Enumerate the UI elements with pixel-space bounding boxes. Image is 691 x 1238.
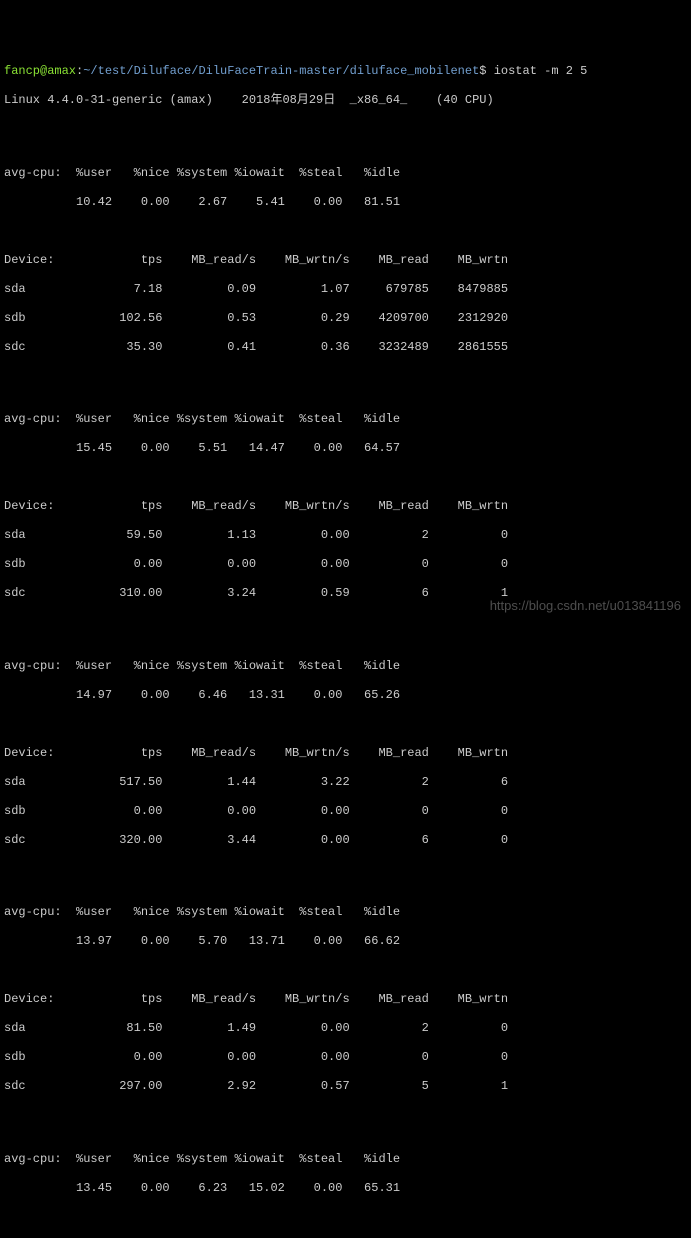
blank-line — [4, 717, 687, 732]
prompt-line: fancp@amax:~/test/Diluface/DiluFaceTrain… — [4, 64, 687, 79]
command-text: iostat -m 2 5 — [494, 64, 588, 78]
dollar: $ — [479, 64, 493, 78]
blank-line — [4, 224, 687, 239]
device-row: sdc 310.00 3.24 0.59 6 1 — [4, 586, 687, 601]
device-row: sda 59.50 1.13 0.00 2 0 — [4, 528, 687, 543]
cpu-row: 14.97 0.00 6.46 13.31 0.00 65.26 — [4, 688, 687, 703]
system-info-line: Linux 4.4.0-31-generic (amax) 2018年08月29… — [4, 93, 687, 108]
device-row: sdb 0.00 0.00 0.00 0 0 — [4, 1050, 687, 1065]
cpu-row: 10.42 0.00 2.67 5.41 0.00 81.51 — [4, 195, 687, 210]
device-row: sdb 102.56 0.53 0.29 4209700 2312920 — [4, 311, 687, 326]
user-host: fancp@amax — [4, 64, 76, 78]
blank-line — [4, 963, 687, 978]
cpu-header: avg-cpu: %user %nice %system %iowait %st… — [4, 905, 687, 920]
device-row: sdc 320.00 3.44 0.00 6 0 — [4, 833, 687, 848]
watermark-text: https://blog.csdn.net/u013841196 — [490, 599, 681, 614]
cpu-header: avg-cpu: %user %nice %system %iowait %st… — [4, 1152, 687, 1167]
cpu-header: avg-cpu: %user %nice %system %iowait %st… — [4, 166, 687, 181]
device-row: sda 517.50 1.44 3.22 2 6 — [4, 775, 687, 790]
cpu-row: 13.97 0.00 5.70 13.71 0.00 66.62 — [4, 934, 687, 949]
cpu-row: 15.45 0.00 5.51 14.47 0.00 64.57 — [4, 441, 687, 456]
cpu-header: avg-cpu: %user %nice %system %iowait %st… — [4, 659, 687, 674]
device-row: sda 7.18 0.09 1.07 679785 8479885 — [4, 282, 687, 297]
device-row: sdc 297.00 2.92 0.57 5 1 — [4, 1079, 687, 1094]
device-header: Device: tps MB_read/s MB_wrtn/s MB_read … — [4, 253, 687, 268]
cpu-header: avg-cpu: %user %nice %system %iowait %st… — [4, 412, 687, 427]
device-header: Device: tps MB_read/s MB_wrtn/s MB_read … — [4, 992, 687, 1007]
blank-line — [4, 615, 687, 630]
blank-line — [4, 1210, 687, 1225]
blank-line — [4, 470, 687, 485]
blank-line — [4, 862, 687, 877]
device-row: sdb 0.00 0.00 0.00 0 0 — [4, 557, 687, 572]
device-row: sda 81.50 1.49 0.00 2 0 — [4, 1021, 687, 1036]
blank-line — [4, 1108, 687, 1123]
device-row: sdc 35.30 0.41 0.36 3232489 2861555 — [4, 340, 687, 355]
blank-line — [4, 122, 687, 137]
device-row: sdb 0.00 0.00 0.00 0 0 — [4, 804, 687, 819]
cwd-path: ~/test/Diluface/DiluFaceTrain-master/dil… — [83, 64, 479, 78]
cpu-row: 13.45 0.00 6.23 15.02 0.00 65.31 — [4, 1181, 687, 1196]
blank-line — [4, 369, 687, 384]
device-header: Device: tps MB_read/s MB_wrtn/s MB_read … — [4, 746, 687, 761]
device-header: Device: tps MB_read/s MB_wrtn/s MB_read … — [4, 499, 687, 514]
